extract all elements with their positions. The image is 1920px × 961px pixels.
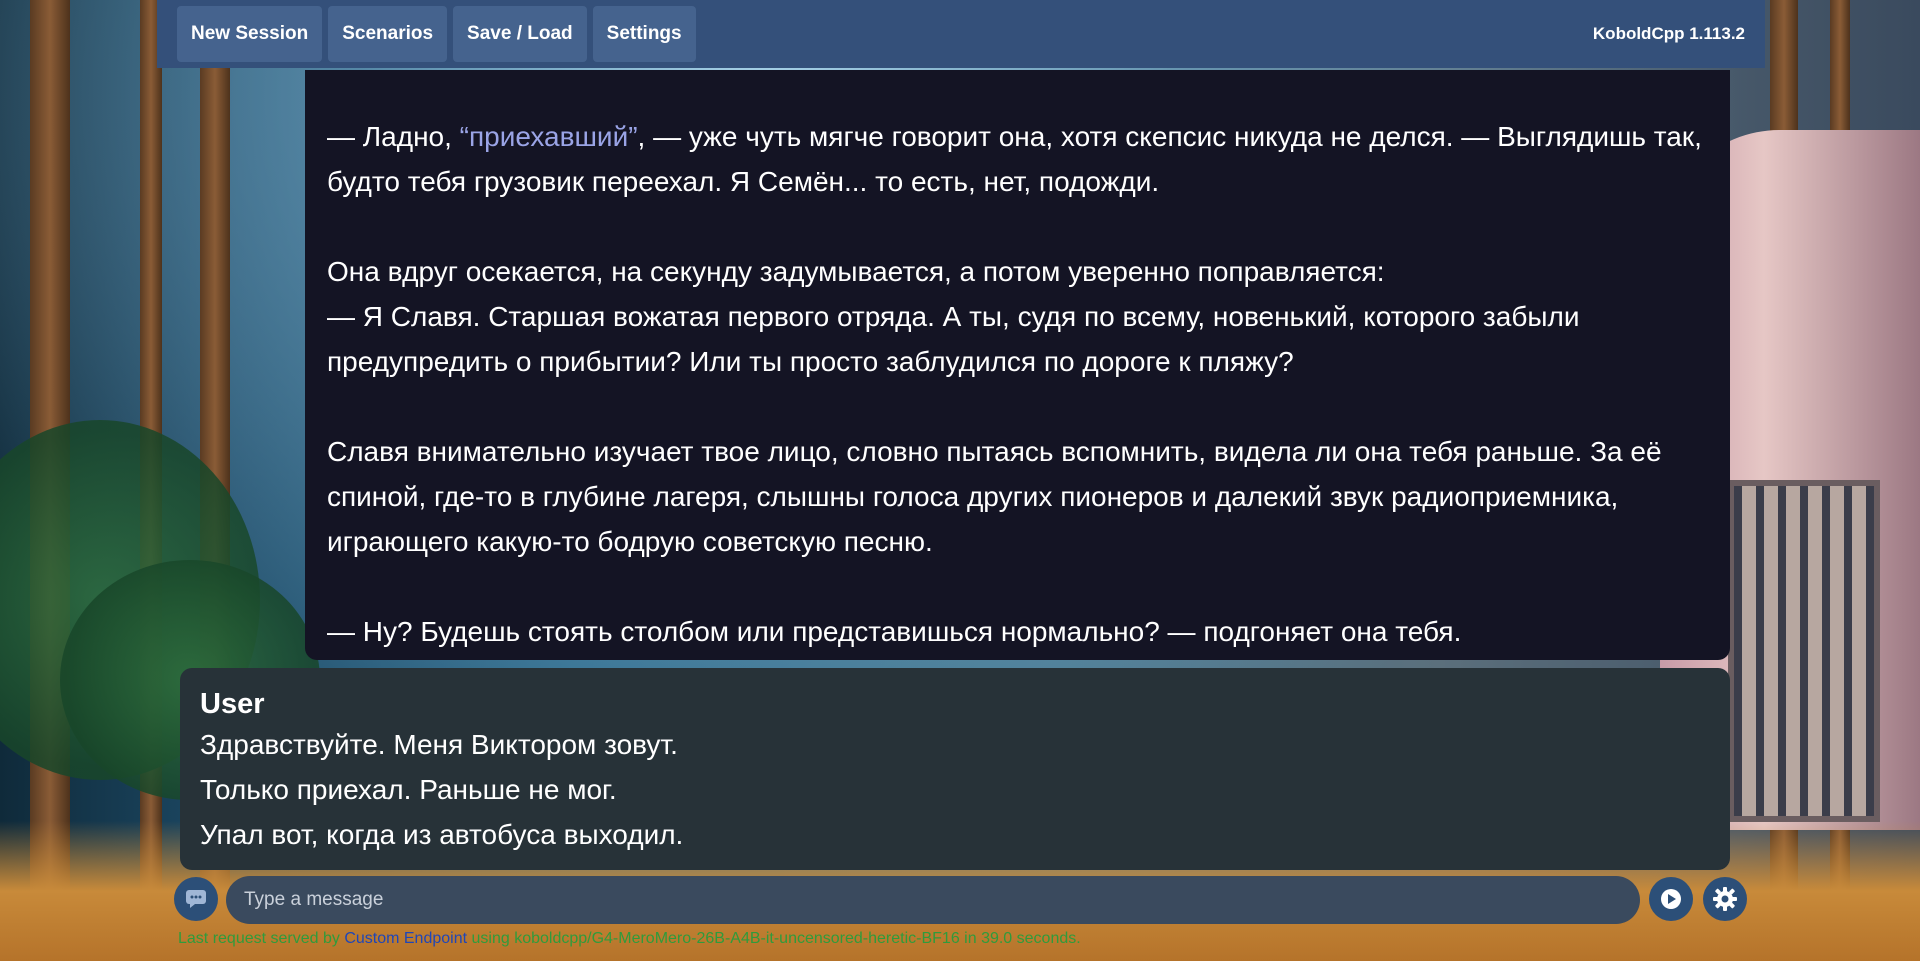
chat-bubble-icon[interactable]	[174, 877, 218, 921]
user-message-line: Только приехал. Раньше не мог.	[200, 774, 617, 805]
endpoint-link[interactable]: Custom Endpoint	[344, 930, 467, 947]
status-suffix: in 39.0 seconds.	[959, 930, 1081, 947]
app-version: KoboldCpp 1.113.2	[1592, 24, 1745, 43]
message-input[interactable]	[226, 876, 1640, 924]
ai-text: — Ладно,	[327, 121, 460, 152]
ai-paragraph: — Ну? Будешь стоять столбом или представ…	[327, 616, 1462, 647]
user-name: User	[200, 688, 265, 720]
status-text: using	[467, 930, 515, 947]
user-message-line: Здравствуйте. Меня Виктором зовут.	[200, 729, 678, 760]
top-navbar: New Session Scenarios Save / Load Settin…	[157, 0, 1765, 68]
send-button[interactable]	[1649, 877, 1693, 921]
quoted-text: “приехавший”	[459, 121, 638, 152]
gear-icon	[1713, 887, 1737, 911]
ai-paragraph: — Ладно, “приехавший”, — уже чуть мягче …	[327, 114, 1708, 204]
status-prefix: Last request served by	[178, 930, 345, 947]
ai-paragraph: Она вдруг осекается, на секунду задумыва…	[327, 256, 1580, 377]
chat-bubble-glyph	[186, 890, 206, 908]
ai-paragraph: Славя внимательно изучает твое лицо, сло…	[327, 436, 1662, 557]
scenarios-button[interactable]: Scenarios	[328, 6, 448, 62]
background-door	[1728, 480, 1880, 822]
user-message: User Здравствуйте. Меня Виктором зовут. …	[180, 668, 1730, 870]
settings-button[interactable]: Settings	[592, 6, 696, 62]
settings-gear-button[interactable]	[1703, 877, 1747, 921]
play-send-icon	[1661, 889, 1681, 909]
save-load-button[interactable]: Save / Load	[453, 6, 587, 62]
status-line: Last request served by Custom Endpoint u…	[178, 930, 1081, 948]
model-name: koboldcpp/G4-MeroMero-26B-A4B-it-uncenso…	[514, 930, 960, 947]
user-message-line: Упал вот, когда из автобуса выходил.	[200, 819, 684, 850]
ai-message: — Ладно, “приехавший”, — уже чуть мягче …	[305, 70, 1730, 660]
new-session-button[interactable]: New Session	[177, 6, 323, 62]
